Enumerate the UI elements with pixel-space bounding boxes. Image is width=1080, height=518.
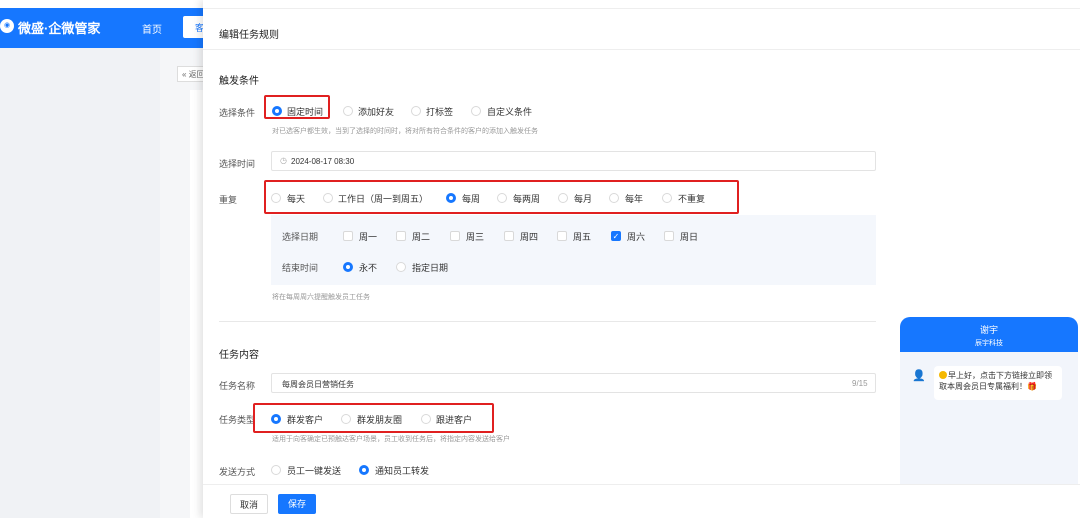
weekday-thu: 周四 xyxy=(520,232,539,242)
checkbox-thu[interactable] xyxy=(504,231,514,241)
weekday-fri: 周五 xyxy=(573,232,592,242)
radio-end-never[interactable] xyxy=(343,262,353,272)
radio-type-moments[interactable] xyxy=(341,414,351,424)
section-divider xyxy=(219,321,876,322)
send-option-one-click: 员工一键发送 xyxy=(287,466,342,476)
task-name-value: 每周会员日营销任务 xyxy=(282,380,354,389)
type-option-mass-customer: 群发客户 xyxy=(287,415,324,425)
task-name-input[interactable]: 每周会员日营销任务 9/15 xyxy=(271,373,876,393)
radio-weekly[interactable] xyxy=(446,193,456,203)
weekly-settings-panel: 选择日期 周一 周二 周三 周四 周五 ✓ 周六 周日 结束时间 永不 指定日期 xyxy=(271,215,876,285)
type-option-follow: 跟进客户 xyxy=(436,415,473,425)
repeat-label-daily: 每天 xyxy=(287,194,306,204)
content-section-title: 任务内容 xyxy=(219,350,259,361)
preview-contact-name: 谢宇 xyxy=(979,325,998,335)
trigger-section-title: 触发条件 xyxy=(219,76,259,87)
nav-tab-active[interactable]: 客 xyxy=(183,16,205,38)
condition-hint: 对已选客户都生效，当到了选择的时间时，将对所有符合条件的客户的添加入触发任务 xyxy=(272,128,538,135)
user-avatar-icon: 👤 xyxy=(912,370,926,382)
chat-logo-icon: ◉ xyxy=(0,19,14,33)
radio-send-notify[interactable] xyxy=(359,465,369,475)
preview-message-bubble: 早上好，点击下方链接立即领取本周会员日专属福利！🎁 xyxy=(934,366,1062,400)
drawer-header: 编辑任务规则 xyxy=(203,8,1080,50)
radio-end-date[interactable] xyxy=(396,262,406,272)
radio-type-mass-customer[interactable] xyxy=(271,414,281,424)
preview-header: 谢宇 辰宇科技 xyxy=(900,317,1078,352)
weekday-sat: 周六 xyxy=(627,232,646,242)
condition-label-add-friend: 添加好友 xyxy=(358,107,395,117)
preview-message-text: 早上好，点击下方链接立即领取本周会员日专属福利！🎁 xyxy=(939,371,1052,391)
repeat-label-yearly: 每年 xyxy=(625,194,644,204)
drawer-title: 编辑任务规则 xyxy=(219,30,279,41)
condition-label-tag: 打标签 xyxy=(426,107,454,117)
smile-emoji-icon xyxy=(939,371,947,379)
send-method-label: 发送方式 xyxy=(219,467,256,477)
time-label: 选择时间 xyxy=(219,159,256,169)
radio-fixed-time[interactable] xyxy=(272,106,282,116)
task-type-label: 任务类型 xyxy=(219,415,256,425)
end-label: 结束时间 xyxy=(282,263,319,273)
clock-icon: ◷ xyxy=(280,156,287,165)
time-picker[interactable]: ◷ 2024-08-17 08:30 xyxy=(271,151,876,171)
repeat-label-workday: 工作日（周一到周五） xyxy=(338,194,429,204)
radio-add-friend[interactable] xyxy=(343,106,353,116)
date-label: 选择日期 xyxy=(282,232,319,242)
radio-monthly[interactable] xyxy=(558,193,568,203)
cancel-button[interactable]: 取消 xyxy=(230,494,268,514)
condition-label-fixed-time: 固定时间 xyxy=(287,107,324,117)
condition-label-custom: 自定义条件 xyxy=(487,107,533,117)
checkbox-tue[interactable] xyxy=(396,231,406,241)
condition-label: 选择条件 xyxy=(219,108,256,118)
repeat-label-none: 不重复 xyxy=(678,194,706,204)
preview-company: 辰宇科技 xyxy=(975,340,1003,347)
task-name-label: 任务名称 xyxy=(219,381,256,391)
weekday-tue: 周二 xyxy=(412,232,431,242)
end-option-date: 指定日期 xyxy=(412,263,449,273)
save-button[interactable]: 保存 xyxy=(278,494,316,514)
sidebar xyxy=(0,48,160,518)
checkbox-mon[interactable] xyxy=(343,231,353,241)
app-name: 微盛·企微管家 xyxy=(18,21,101,36)
time-value: 2024-08-17 08:30 xyxy=(291,157,355,166)
radio-biweekly[interactable] xyxy=(497,193,507,203)
checkbox-sun[interactable] xyxy=(664,231,674,241)
checkbox-wed[interactable] xyxy=(450,231,460,241)
checkbox-fri[interactable] xyxy=(557,231,567,241)
task-type-hint: 适用于向客确定已预触达客户场景，员工收到任务后，将指定内容发送给客户 xyxy=(272,436,510,443)
checkbox-sat-checked[interactable]: ✓ xyxy=(611,231,621,241)
task-name-count: 9/15 xyxy=(852,379,868,388)
radio-send-one-click[interactable] xyxy=(271,465,281,475)
radio-tag[interactable] xyxy=(411,106,421,116)
type-option-moments: 群发朋友圈 xyxy=(357,415,403,425)
repeat-hint: 将在每周周六提醒触发员工任务 xyxy=(272,294,370,301)
radio-custom[interactable] xyxy=(471,106,481,116)
repeat-label-monthly: 每月 xyxy=(574,194,593,204)
weekday-wed: 周三 xyxy=(466,232,485,242)
weekday-mon: 周一 xyxy=(359,232,378,242)
radio-no-repeat[interactable] xyxy=(662,193,672,203)
nav-home[interactable]: 首页 xyxy=(142,21,162,36)
repeat-label-biweekly: 每两周 xyxy=(513,194,541,204)
drawer-footer: 取消 保存 xyxy=(203,484,1080,518)
radio-workday[interactable] xyxy=(323,193,333,203)
send-option-notify: 通知员工转发 xyxy=(375,466,430,476)
radio-yearly[interactable] xyxy=(609,193,619,203)
repeat-label: 重复 xyxy=(219,195,238,205)
end-option-never: 永不 xyxy=(359,263,378,273)
repeat-label-weekly: 每周 xyxy=(462,194,481,204)
radio-type-follow[interactable] xyxy=(421,414,431,424)
edit-rule-drawer: 编辑任务规则 触发条件 选择条件 固定时间 添加好友 打标签 自定义条件 对已选… xyxy=(203,0,1080,518)
weekday-sun: 周日 xyxy=(680,232,699,242)
radio-daily[interactable] xyxy=(271,193,281,203)
back-button[interactable]: « 返回 xyxy=(177,66,205,82)
